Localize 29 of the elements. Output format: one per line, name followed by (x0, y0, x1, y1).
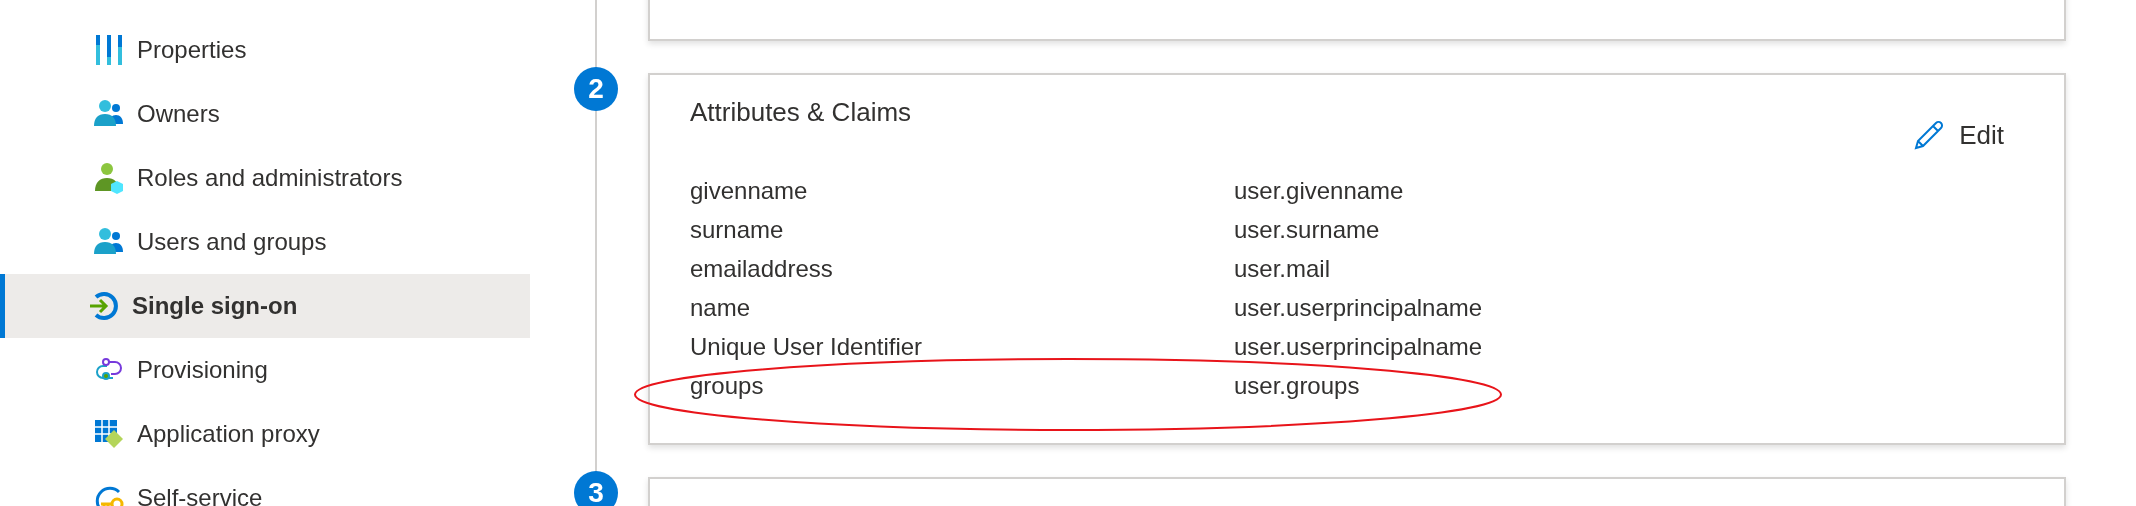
claim-name: groups (690, 371, 765, 400)
step-number: 2 (574, 67, 618, 111)
sidebar-item[interactable]: Provisioning (0, 338, 530, 402)
claim-name: Unique User Identifier (690, 332, 924, 361)
claim-value: user.surname (1234, 215, 1381, 244)
person-cube-icon (93, 162, 125, 194)
bars-icon (93, 34, 125, 66)
claim-value: user.userprincipalname (1234, 293, 1484, 322)
sign-in-icon (88, 290, 120, 322)
claim-value: user.mail (1234, 254, 1332, 283)
sidebar-item[interactable]: Roles and administrators (0, 146, 530, 210)
sidebar-item[interactable]: Owners (0, 82, 530, 146)
claim-value: user.groups (1234, 371, 1361, 400)
claim-name: surname (690, 215, 785, 244)
grid-icon (93, 418, 125, 450)
step-number: 3 (574, 471, 618, 506)
claim-value: user.givenname (1234, 176, 1405, 205)
claim-value: user.userprincipalname (1234, 332, 1484, 361)
claim-name: givenname (690, 176, 809, 205)
sidebar-item[interactable]: Application proxy (0, 402, 530, 466)
edit-button[interactable]: Edit (1907, 115, 2010, 155)
sidebar-item[interactable]: Properties (0, 18, 530, 82)
pencil-icon (1913, 119, 1946, 151)
claim-name: emailaddress (690, 254, 834, 283)
card-title: Attributes & Claims (690, 97, 912, 128)
claim-name: name (690, 293, 752, 322)
sidebar-item[interactable]: Single sign-on (0, 274, 530, 338)
sidebar-item[interactable]: Users and groups (0, 210, 530, 274)
sidebar-item[interactable]: Self-service (0, 466, 530, 506)
